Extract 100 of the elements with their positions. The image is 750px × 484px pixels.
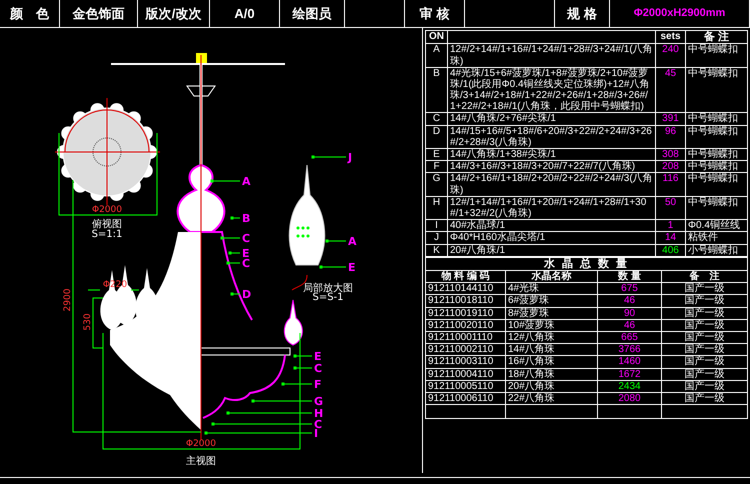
dimension-label: 530 <box>83 313 93 331</box>
table-cell: 208 <box>656 160 686 173</box>
leader-line <box>326 240 346 242</box>
dimension-label: 2900 <box>63 288 73 312</box>
callout-label: E <box>242 247 250 260</box>
table-cell: 12#/1+14#/1+16#/1+20#/1+24#/1+28#/1+30#/1+32#/2(八角珠) <box>448 196 656 220</box>
table-cell: 10#菠萝珠 <box>506 319 598 332</box>
table-cell: 14#/3+16#/3+18#/3+20#/7+22#/7(八角珠) <box>448 160 656 173</box>
callout-label: B <box>242 212 250 225</box>
table-cell: 116 <box>656 172 686 196</box>
table-cell: 中号蝴蝶扣 <box>686 148 748 161</box>
table-cell: 912110144110 <box>426 282 506 295</box>
callout-label: C <box>314 362 322 375</box>
table-cell: 中号蝴蝶扣 <box>686 44 748 68</box>
table-cell: 96 <box>656 125 686 148</box>
callout-label: E <box>348 261 356 274</box>
callout-label: F <box>314 378 322 391</box>
table-cell: 90 <box>598 307 662 320</box>
table-cell: 665 <box>598 331 662 344</box>
table-cell: F <box>426 160 448 173</box>
table-cell: 中号蝴蝶扣 <box>686 112 748 126</box>
specification-value: Φ2000xH2900mm <box>610 0 750 27</box>
title-block-label: 绘图员 <box>280 0 345 27</box>
view-caption: 主视图 <box>186 456 216 467</box>
title-block-label: 规 格 <box>555 0 610 27</box>
table-cell: 1 <box>656 220 686 232</box>
table-cell: 2080 <box>598 392 662 405</box>
table-cell: 1672 <box>598 368 662 380</box>
title-block-label: 版次/改次 <box>138 0 210 27</box>
table-cell: D <box>426 125 448 148</box>
view-caption: S=1:1 <box>92 229 122 240</box>
leader-line <box>228 252 240 254</box>
column-header: sets <box>656 30 686 44</box>
table-cell: 912110003110 <box>426 356 506 368</box>
column-header: 备 注 <box>662 270 748 283</box>
leader-line <box>320 266 346 268</box>
leader-line <box>210 180 240 182</box>
table-cell: G <box>426 172 448 196</box>
table-cell: A <box>426 44 448 68</box>
table-cell: 40#水晶球/1 <box>448 220 656 232</box>
callout-label: C <box>242 257 250 270</box>
table-cell: 18#八角珠 <box>506 368 598 380</box>
table-cell: 1460 <box>598 356 662 368</box>
table-cell: 3766 <box>598 344 662 356</box>
table-cell: 20#八角珠/1 <box>448 244 656 256</box>
table-cell: 391 <box>656 112 686 126</box>
table-cell: 675 <box>598 282 662 295</box>
callout-label: A <box>242 175 251 188</box>
leader-line <box>252 400 312 402</box>
title-block-value: A/0 <box>210 0 280 27</box>
column-header: 水晶名称 <box>506 270 598 283</box>
table-cell: 中号蝴蝶扣 <box>686 160 748 173</box>
table-cell: Φ0.4铜丝线 <box>686 220 748 232</box>
table-cell: 45 <box>656 67 686 113</box>
table-cell: 4#光珠/15+6#菠萝珠/1+8#菠萝珠/2+10#菠萝珠/1(此段用Φ0.4铜丝线夹定位珠绑)+12#八角珠/3+14#/2+18#/1+22#/2+26#/1+28#/3+26#/1+22#/2+18#/1(八角珠，此段用中号蝴蝶扣) <box>448 67 656 113</box>
table-cell: B <box>426 67 448 113</box>
table-cell: 406 <box>656 244 686 256</box>
table-cell: 22#八角珠 <box>506 392 598 405</box>
table-cell: 14#八角珠/2+76#尖珠/1 <box>448 112 656 126</box>
column-header: 物 料 编 码 <box>426 270 506 283</box>
table-cell: 912110006110 <box>426 392 506 405</box>
leader-line <box>312 156 346 158</box>
table-cell: 国产一级 <box>662 392 748 405</box>
table-cell: 国产一级 <box>662 307 748 320</box>
column-header: ON <box>426 30 448 44</box>
column-header: 数 量 <box>598 270 662 283</box>
dimension-label: Φ2000 <box>92 205 122 215</box>
table-cell: 粘铁件 <box>686 232 748 244</box>
leader-line <box>230 292 240 296</box>
callout-label: I <box>314 427 318 440</box>
table-cell: 912110005110 <box>426 380 506 392</box>
callout-label: J <box>348 151 352 164</box>
table-cell: Φ40*H160水晶尖塔/1 <box>448 232 656 244</box>
leader-line <box>294 354 312 358</box>
leader-line <box>220 236 240 240</box>
callout-label: G <box>314 395 324 408</box>
leader-line <box>294 366 312 370</box>
title-block-label: 审 核 <box>405 0 465 27</box>
table-cell: 46 <box>598 319 662 332</box>
callout-label: D <box>242 288 252 301</box>
view-caption: 局部放大图 <box>303 283 353 294</box>
table-cell: 912110004110 <box>426 368 506 380</box>
table-cell: E <box>426 148 448 161</box>
table-cell: 国产一级 <box>662 319 748 332</box>
leader-line <box>282 382 312 386</box>
table-cell: 14#八角珠 <box>506 344 598 356</box>
title-block-label: 颜 色 <box>0 0 60 27</box>
table-cell: 国产一级 <box>662 331 748 344</box>
table-cell: 912110002110 <box>426 344 506 356</box>
table-cell: K <box>426 244 448 256</box>
table-cell: 46 <box>598 294 662 308</box>
table-cell: 912110001110 <box>426 331 506 344</box>
table-cell: 国产一级 <box>662 368 748 380</box>
table-cell: 2434 <box>598 380 662 392</box>
view-caption: S=S-1 <box>312 292 344 303</box>
table-cell: 中号蝴蝶扣 <box>686 172 748 196</box>
table-cell: 308 <box>656 148 686 161</box>
table-cell: 中号蝴蝶扣 <box>686 196 748 220</box>
callout-label: H <box>314 407 324 420</box>
table-cell: 12#八角珠 <box>506 331 598 344</box>
